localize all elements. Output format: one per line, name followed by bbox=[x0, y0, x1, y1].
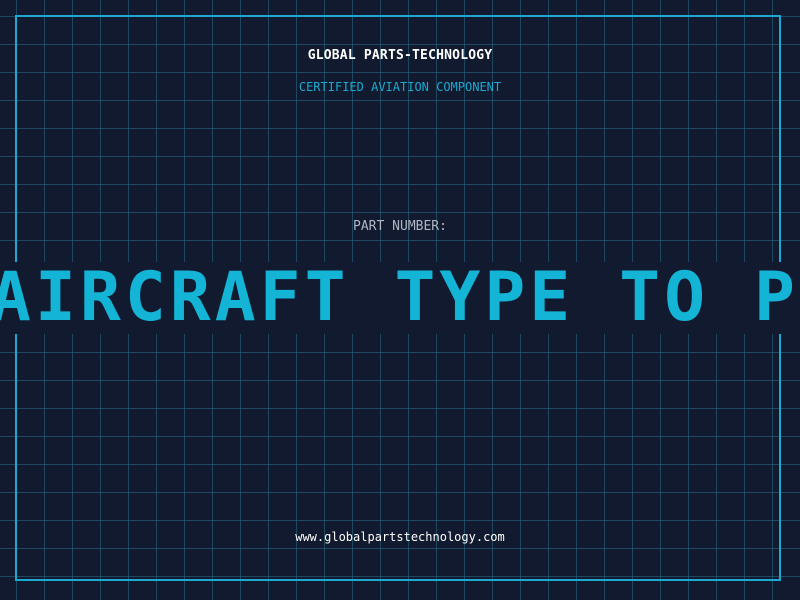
company-name: GLOBAL PARTS-TECHNOLOGY bbox=[307, 48, 493, 63]
part-number-value: AIRCRAFT TYPE TO P bbox=[0, 262, 799, 334]
part-number-label: PART NUMBER: bbox=[353, 219, 447, 234]
certificate-card: GLOBAL PARTS-TECHNOLOGY CERTIFIED AVIATI… bbox=[0, 0, 800, 600]
part-number-band: AIRCRAFT TYPE TO P bbox=[0, 262, 800, 334]
website-url: www.globalpartstechnology.com bbox=[295, 530, 505, 544]
certification-subtitle: CERTIFIED AVIATION COMPONENT bbox=[298, 80, 502, 94]
